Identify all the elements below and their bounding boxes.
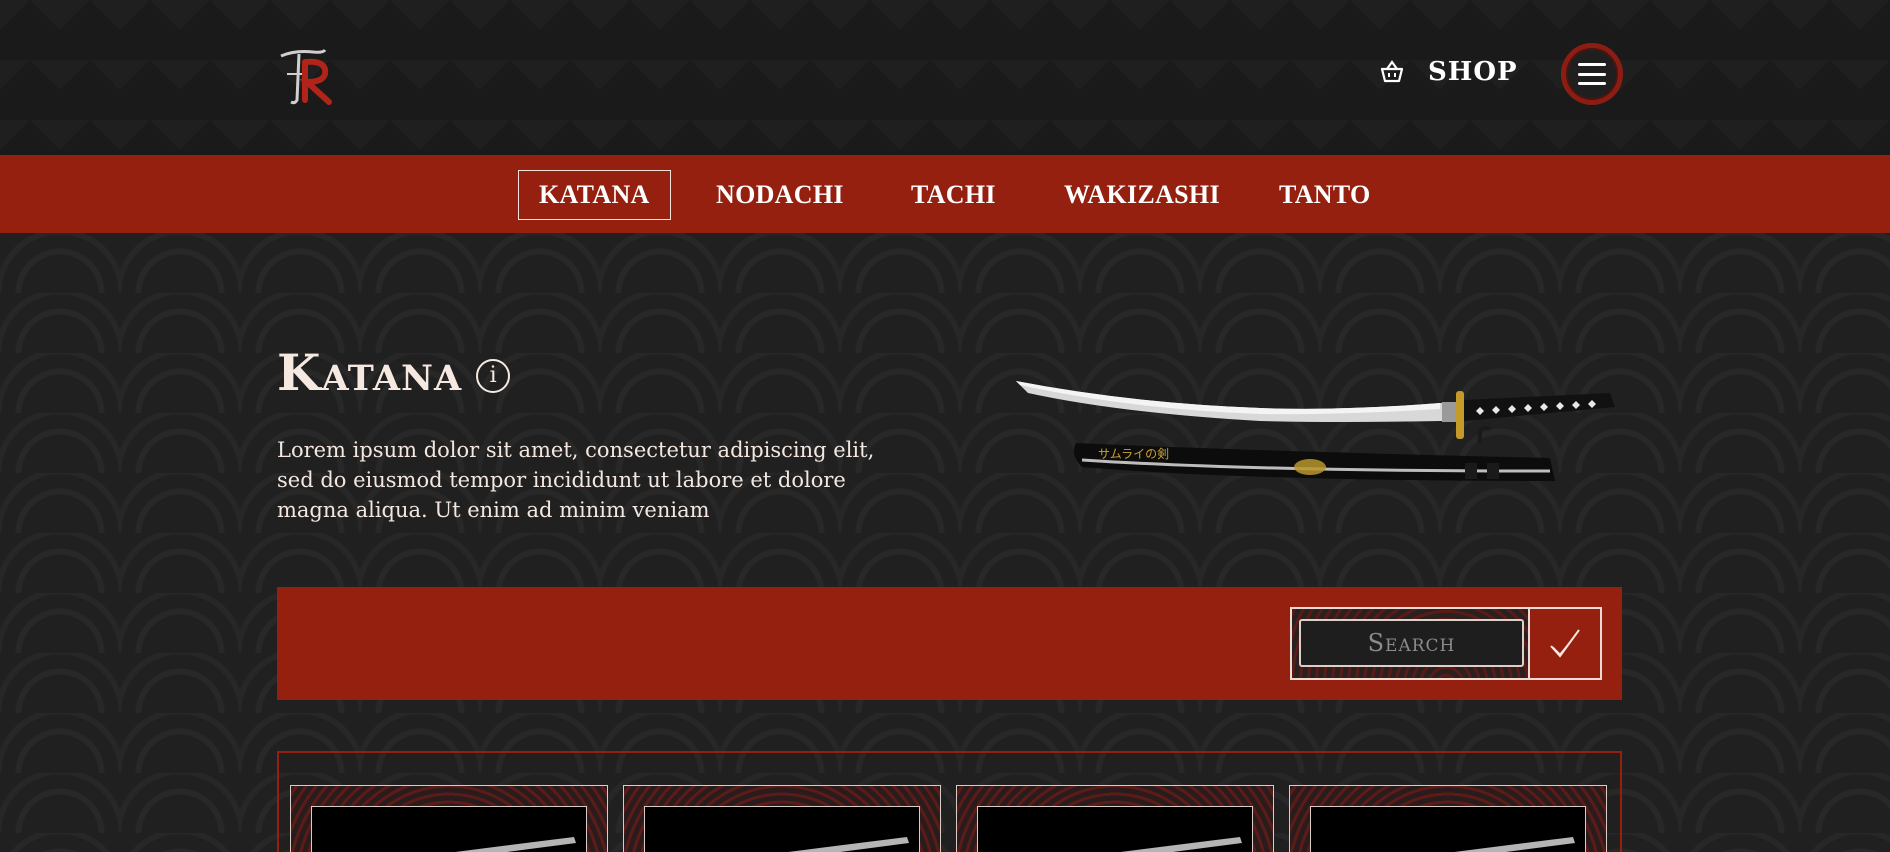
main-content: Katana i Lorem ipsum dolor sit amet, con… — [0, 233, 1890, 852]
product-card[interactable] — [623, 785, 941, 852]
product-grid — [277, 751, 1622, 852]
scabbard-text: サムライの剣 — [1098, 447, 1169, 461]
search-input[interactable] — [1299, 619, 1524, 667]
tab-katana[interactable]: KATANA — [518, 170, 671, 220]
hero-description: Lorem ipsum dolor sit amet, consectetur … — [277, 438, 875, 522]
product-image — [1310, 806, 1586, 852]
menu-button[interactable] — [1561, 43, 1623, 105]
basket-icon — [1380, 60, 1404, 83]
product-image — [311, 806, 587, 852]
search-box — [1290, 607, 1602, 680]
product-card[interactable] — [1289, 785, 1607, 852]
hero-heading: Katana i — [277, 343, 511, 402]
site-header: SHOP — [0, 0, 1890, 155]
shop-label: SHOP — [1428, 57, 1518, 87]
tab-wakizashi[interactable]: WAKIZASHI — [1044, 170, 1240, 220]
checkmark-icon — [1550, 628, 1580, 658]
product-card[interactable] — [290, 785, 608, 852]
logo[interactable] — [275, 40, 345, 110]
katana-image: サムライの剣 — [1016, 381, 1615, 481]
page-title: Katana — [277, 343, 463, 402]
category-nav: KATANA NODACHI TACHI WAKIZASHI TANTO — [0, 155, 1890, 233]
hamburger-menu-icon — [1578, 63, 1606, 85]
tab-tanto[interactable]: TANTO — [1259, 170, 1391, 220]
search-submit-button[interactable] — [1528, 609, 1600, 678]
product-card[interactable] — [956, 785, 1274, 852]
shop-link[interactable]: SHOP — [1378, 52, 1518, 92]
product-image — [644, 806, 920, 852]
tab-nodachi[interactable]: NODACHI — [696, 170, 864, 220]
product-image — [977, 806, 1253, 852]
tab-tachi[interactable]: TACHI — [891, 170, 1016, 220]
info-icon[interactable]: i — [476, 358, 511, 393]
